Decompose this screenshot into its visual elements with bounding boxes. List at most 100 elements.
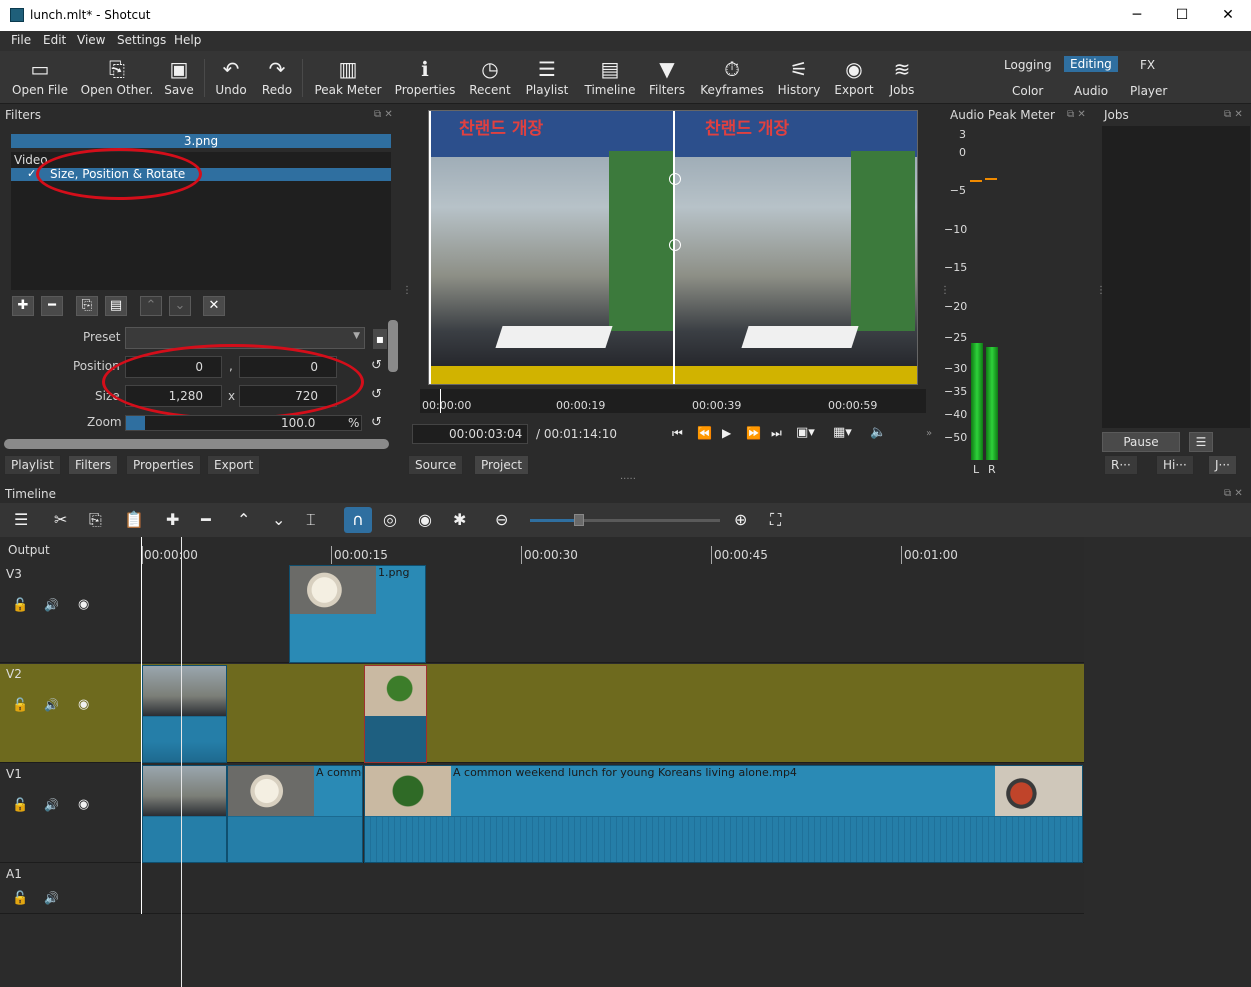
tab-jobs[interactable]: J··· <box>1208 455 1237 475</box>
timeline-empty-area[interactable] <box>0 914 1251 987</box>
clip-v2-video[interactable] <box>142 665 227 763</box>
fast-forward-icon[interactable]: ⏩ <box>746 426 761 440</box>
reset-zoom-icon[interactable]: ↺ <box>371 415 382 430</box>
lift-icon[interactable]: ⌃ <box>237 510 250 529</box>
tab-playlist[interactable]: Playlist <box>4 455 61 475</box>
track-row-v3[interactable] <box>141 564 1084 663</box>
float-panel-icon[interactable]: ⧉ ✕ <box>374 109 393 120</box>
vertical-scrollbar[interactable] <box>388 320 398 372</box>
layout-editing[interactable]: Editing <box>1064 56 1118 72</box>
mute-icon[interactable]: 🔊 <box>44 698 59 712</box>
clip-v1-video-a[interactable] <box>142 765 227 863</box>
ripple-delete-icon[interactable]: ━ <box>201 510 211 529</box>
playlist-button[interactable]: ☰ Playlist <box>522 55 572 101</box>
eye-icon[interactable]: ◉ <box>78 597 89 612</box>
timeline-zoom-slider[interactable] <box>530 514 720 526</box>
transform-handle[interactable] <box>669 239 681 251</box>
float-panel-icon[interactable]: ⧉ ✕ <box>1067 109 1086 120</box>
player-scrubber[interactable]: 00:00:00 00:00:19 00:00:39 00:00:59 <box>420 389 926 413</box>
clip-v2-image[interactable] <box>364 665 427 763</box>
lock-icon[interactable]: 🔓 <box>12 891 28 906</box>
tab-source[interactable]: Source <box>408 455 464 475</box>
undo-button[interactable]: ↶ Undo <box>212 55 250 101</box>
mute-icon[interactable]: 🔊 <box>44 798 59 812</box>
overwrite-icon[interactable]: ⌄ <box>272 510 285 529</box>
open-other-button[interactable]: ⎘ Open Other. <box>80 55 154 101</box>
track-header-v1[interactable]: V1 🔓 🔊 ◉ <box>0 764 141 863</box>
open-file-button[interactable]: ▭ Open File <box>8 55 72 101</box>
zoom-fit-icon[interactable]: ▣▾ <box>796 425 815 440</box>
copy-filter-button[interactable]: ⎘ <box>76 296 98 316</box>
zoom-fit-icon[interactable]: ⛶ <box>770 510 781 530</box>
layout-player[interactable]: Player <box>1124 83 1173 99</box>
remove-filter-button[interactable]: ━ <box>41 296 63 316</box>
recent-button[interactable]: ◷ Recent <box>466 55 514 101</box>
maximize-button[interactable]: ☐ <box>1171 5 1193 25</box>
splitter-handle[interactable]: ⋮ <box>940 285 950 296</box>
timeline-playhead[interactable] <box>181 537 182 987</box>
grid-icon[interactable]: ▦▾ <box>833 425 852 440</box>
play-icon[interactable]: ▶ <box>722 426 731 440</box>
rewind-icon[interactable]: ⏪ <box>697 426 712 440</box>
track-header-a1[interactable]: A1 🔓 🔊 <box>0 864 141 914</box>
tab-recent[interactable]: R··· <box>1104 455 1138 475</box>
track-header-v3[interactable]: V3 🔓 🔊 ◉ <box>0 564 141 663</box>
more-controls-icon[interactable]: » <box>926 428 932 439</box>
layout-audio[interactable]: Audio <box>1068 83 1114 99</box>
layout-color[interactable]: Color <box>1006 83 1049 99</box>
horizontal-scrollbar[interactable] <box>4 439 389 449</box>
cut-icon[interactable]: ✂ <box>54 510 67 529</box>
mute-icon[interactable]: 🔊 <box>44 598 59 612</box>
clip-1-png[interactable]: 1.png <box>289 565 426 663</box>
skip-to-end-icon[interactable]: ⏭ <box>771 426 782 441</box>
jobs-list[interactable] <box>1102 126 1250 428</box>
close-button[interactable]: ✕ <box>1217 5 1239 25</box>
tab-project[interactable]: Project <box>474 455 530 475</box>
peak-meter-button[interactable]: ▥ Peak Meter <box>312 55 384 101</box>
preset-menu-button[interactable]: ▪ <box>373 329 387 349</box>
reset-position-icon[interactable]: ↺ <box>371 358 382 373</box>
append-icon[interactable]: ✚ <box>166 510 179 529</box>
layout-logging[interactable]: Logging <box>998 57 1058 73</box>
eye-icon[interactable]: ◉ <box>78 697 89 712</box>
minimize-button[interactable]: ─ <box>1126 5 1148 25</box>
splitter-handle[interactable]: ····· <box>620 474 636 485</box>
save-button[interactable]: ▣ Save <box>160 55 198 101</box>
add-filter-button[interactable]: ✚ <box>12 296 34 316</box>
keyframes-button[interactable]: ⏱ Keyframes <box>698 55 766 101</box>
move-up-button[interactable]: ⌃ <box>140 296 162 316</box>
mute-icon[interactable]: 🔊 <box>44 891 59 905</box>
filter-enabled-checkbox[interactable]: ✓ <box>27 167 36 180</box>
eye-icon[interactable]: ◉ <box>78 797 89 812</box>
skip-to-start-icon[interactable]: ⏮ <box>672 426 683 441</box>
paste-filter-button[interactable]: ▤ <box>105 296 127 316</box>
move-down-button[interactable]: ⌄ <box>169 296 191 316</box>
jobs-menu-button[interactable]: ☰ <box>1189 432 1213 452</box>
lock-icon[interactable]: 🔓 <box>12 698 28 713</box>
lock-icon[interactable]: 🔓 <box>12 798 28 813</box>
ripple-all-icon[interactable]: ✱ <box>453 510 466 529</box>
paste-icon[interactable]: 📋 <box>124 510 144 529</box>
tab-history[interactable]: Hi··· <box>1156 455 1194 475</box>
filters-button[interactable]: ▼ Filters <box>646 55 688 101</box>
track-row-v2[interactable] <box>141 664 1084 763</box>
pause-jobs-button[interactable]: Pause <box>1102 432 1180 452</box>
menu-edit[interactable]: Edit <box>43 33 66 47</box>
volume-icon[interactable]: 🔈 <box>870 425 886 440</box>
snap-magnet-icon[interactable]: ∩ <box>344 507 372 533</box>
ripple-icon[interactable]: ◉ <box>418 510 432 529</box>
copy-icon[interactable]: ⎘ <box>89 510 102 530</box>
deselect-filter-button[interactable]: ✕ <box>203 296 225 316</box>
transform-handle[interactable] <box>669 173 681 185</box>
track-header-v2[interactable]: V2 🔓 🔊 ◉ <box>0 664 141 763</box>
clip-v1-main[interactable]: A common weekend lunch for young Koreans… <box>364 765 1083 863</box>
split-icon[interactable]: ⌶ <box>306 510 316 530</box>
current-time-field[interactable]: 00:00:03:04 <box>412 424 528 444</box>
float-panel-icon[interactable]: ⧉ ✕ <box>1224 488 1243 499</box>
menu-settings[interactable]: Settings <box>117 33 166 47</box>
scrub-eye-icon[interactable]: ◎ <box>383 510 397 529</box>
tab-filters[interactable]: Filters <box>68 455 118 475</box>
zoom-slider[interactable]: 100.0 % <box>125 415 362 431</box>
zoom-out-icon[interactable]: ⊖ <box>495 510 508 529</box>
menu-file[interactable]: File <box>11 33 31 47</box>
